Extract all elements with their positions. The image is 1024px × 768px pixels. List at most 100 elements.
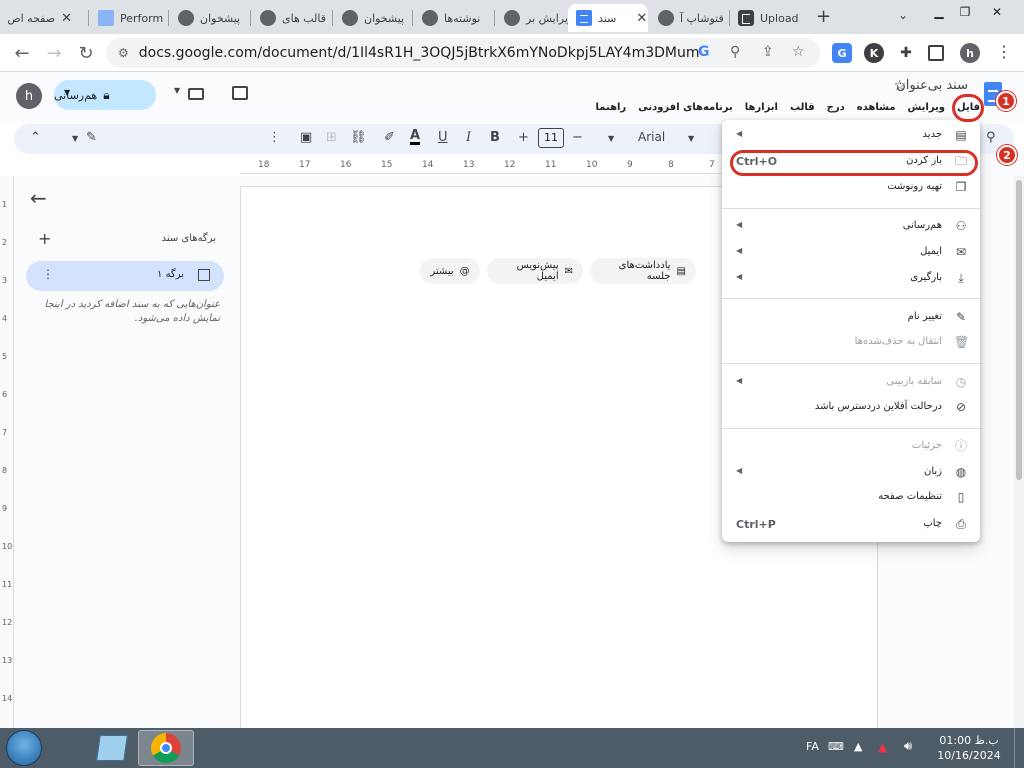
translate-extension-icon[interactable]: G: [832, 43, 852, 63]
forward-button[interactable]: →: [42, 41, 66, 65]
browser-tab-3[interactable]: پیشخوان: [170, 4, 248, 32]
show-desktop-button[interactable]: [1014, 728, 1024, 768]
side-panel-icon[interactable]: [928, 45, 944, 61]
pencil-icon[interactable]: ✎: [86, 130, 97, 145]
chevron-down-icon[interactable]: ⌄: [898, 8, 908, 22]
more-chip[interactable]: @ بیشتر: [420, 258, 480, 284]
file-menu-item-rename[interactable]: ✎ تغییر نام: [722, 306, 980, 330]
address-bar[interactable]: ⚙ docs.google.com/document/d/1Il4sR1H_3O…: [106, 38, 820, 68]
file-menu-item-page-setup[interactable]: ▯ تنظیمات صفحه: [722, 486, 980, 510]
increase-font-icon[interactable]: +: [518, 130, 529, 145]
reload-button[interactable]: ↻: [74, 41, 98, 65]
window-close-button[interactable]: ✕: [986, 4, 1008, 20]
k-extension-icon[interactable]: K: [864, 43, 884, 63]
google-lens-icon[interactable]: G: [698, 44, 710, 60]
chrome-menu-icon[interactable]: ⋮: [996, 42, 1012, 61]
close-icon[interactable]: ✕: [61, 11, 72, 26]
browser-tab-10[interactable]: Upload: [730, 4, 810, 32]
document-title[interactable]: سند بی‌عنوان: [896, 78, 968, 93]
video-call-icon[interactable]: [188, 88, 204, 100]
show-hidden-icons[interactable]: ▲: [854, 740, 862, 753]
browser-tab-7[interactable]: ویرایش بر: [496, 4, 568, 32]
document-tabs-title: برگه‌های سند: [161, 233, 216, 244]
extensions-puzzle-icon[interactable]: ✚: [896, 43, 916, 63]
account-avatar[interactable]: h: [16, 83, 42, 109]
file-menu-item-print[interactable]: ⎙ چاپ Ctrl+P: [722, 513, 980, 537]
file-menu-item-globe[interactable]: ◍ زبان ◀: [722, 461, 980, 485]
notepad-taskbar-icon[interactable]: [84, 730, 140, 766]
share-page-icon[interactable]: ⇪: [762, 44, 774, 60]
meeting-notes-chip[interactable]: ▤ یادداشت‌های جلسه: [590, 258, 696, 284]
browser-tab-6[interactable]: نوشته‌ها: [414, 4, 492, 32]
browser-tab-active[interactable]: سند ✕: [568, 4, 648, 32]
file-menu-item-doc[interactable]: ▤ جدید ◀: [722, 124, 980, 148]
menu-help[interactable]: راهنما: [596, 102, 627, 113]
bookmark-star-icon[interactable]: ☆: [792, 44, 805, 60]
menu-insert[interactable]: درج: [827, 102, 845, 113]
file-menu-item-download[interactable]: ⤓ بارگیری ◀: [722, 267, 980, 291]
italic-button[interactable]: I: [466, 130, 471, 145]
insert-comment-icon[interactable]: ⊞: [326, 130, 337, 145]
minimize-button[interactable]: ▁: [928, 4, 950, 20]
link-icon[interactable]: ⛓︎: [350, 130, 367, 145]
browser-tab-5[interactable]: پیشخوان: [334, 4, 410, 32]
text-color-button[interactable]: A: [410, 129, 421, 145]
profile-avatar[interactable]: h: [960, 43, 980, 63]
back-button[interactable]: ←: [10, 41, 34, 65]
caret-down-icon[interactable]: ▼: [174, 86, 180, 95]
collapse-chevron-icon[interactable]: ⌃: [30, 130, 41, 145]
keyboard-icon[interactable]: ⌨: [828, 740, 844, 753]
clock[interactable]: ب.ظ 01:00 10/16/2024: [934, 733, 1004, 763]
star-icon[interactable]: ☆: [893, 78, 906, 94]
document-tab-item[interactable]: برگه ۱ ⋮: [26, 261, 224, 291]
tabs-hint-text: عنوان‌هایی که به سند اضافه کردید در اینج…: [44, 299, 220, 324]
insert-image-icon[interactable]: ▣: [300, 130, 312, 145]
search-menus-icon[interactable]: ⚲: [986, 130, 996, 145]
tab-label: Perform: [120, 11, 164, 25]
chrome-taskbar-icon[interactable]: [138, 730, 194, 766]
site-info-icon[interactable]: ⚙: [118, 46, 129, 60]
caret-down-icon[interactable]: ▼: [72, 134, 78, 143]
email-draft-chip[interactable]: ✉ پیش‌نویس ایمیل: [487, 258, 583, 284]
scrollbar-thumb[interactable]: [1016, 180, 1022, 480]
browser-tab-9[interactable]: فتوشاپ آ: [650, 4, 728, 32]
decrease-font-icon[interactable]: −: [572, 130, 583, 145]
caret-down-icon[interactable]: ▼: [64, 88, 70, 97]
underline-button[interactable]: U: [438, 130, 448, 145]
submenu-arrow-icon: ◀: [736, 272, 743, 281]
start-button[interactable]: [6, 730, 42, 766]
font-family-select[interactable]: Arial: [638, 130, 665, 144]
vertical-ruler[interactable]: 1 2 3 4 5 6 7 8 9 10 11 12 13 14: [0, 176, 14, 728]
network-icon[interactable]: ▲: [878, 740, 887, 754]
file-menu-item-offline[interactable]: ⊘ درحالت آفلاین دردسترس باشد: [722, 396, 980, 420]
file-menu-item-mail[interactable]: ✉ ایمیل ◀: [722, 241, 980, 265]
share-button[interactable]: 🔒︎ هم‌رسانی ▼: [54, 80, 156, 110]
more-options-icon[interactable]: ⋮: [42, 267, 54, 281]
back-arrow-icon[interactable]: ←: [30, 186, 47, 210]
comments-icon[interactable]: [232, 86, 248, 100]
close-icon[interactable]: ✕: [636, 11, 647, 26]
highlighter-icon[interactable]: ✐: [384, 130, 395, 145]
bold-button[interactable]: B: [490, 130, 500, 145]
menu-view[interactable]: مشاهده: [857, 102, 896, 113]
font-size-input[interactable]: 11: [538, 128, 564, 148]
browser-tab-4[interactable]: قالب های: [252, 4, 330, 32]
more-options-icon[interactable]: ⋮: [268, 130, 281, 145]
caret-down-icon[interactable]: ▼: [608, 134, 614, 143]
menu-format[interactable]: قالب: [790, 102, 815, 113]
menu-tools[interactable]: ابزارها: [745, 102, 778, 113]
browser-tab-1[interactable]: ✕ صفحه اص: [2, 4, 86, 32]
menu-edit[interactable]: ویرایش: [908, 102, 946, 113]
language-indicator[interactable]: FA: [806, 740, 819, 753]
browser-tab-2[interactable]: Perform: [90, 4, 166, 32]
ruler-number: 9: [2, 504, 8, 513]
restore-button[interactable]: ❐: [954, 4, 976, 20]
add-tab-button[interactable]: +: [38, 229, 51, 248]
new-tab-button[interactable]: +: [816, 6, 831, 27]
zoom-icon[interactable]: ⚲: [730, 44, 740, 60]
menu-extensions[interactable]: برنامه‌های افزودنی: [638, 102, 733, 113]
volume-icon[interactable]: 🔊︎: [904, 739, 912, 754]
file-menu-item-person-add[interactable]: ⚇ هم‌رسانی ◀: [722, 215, 980, 239]
file-menu-item-copy[interactable]: ❐ تهیه رونوشت: [722, 176, 980, 200]
caret-down-icon[interactable]: ▼: [688, 134, 694, 143]
